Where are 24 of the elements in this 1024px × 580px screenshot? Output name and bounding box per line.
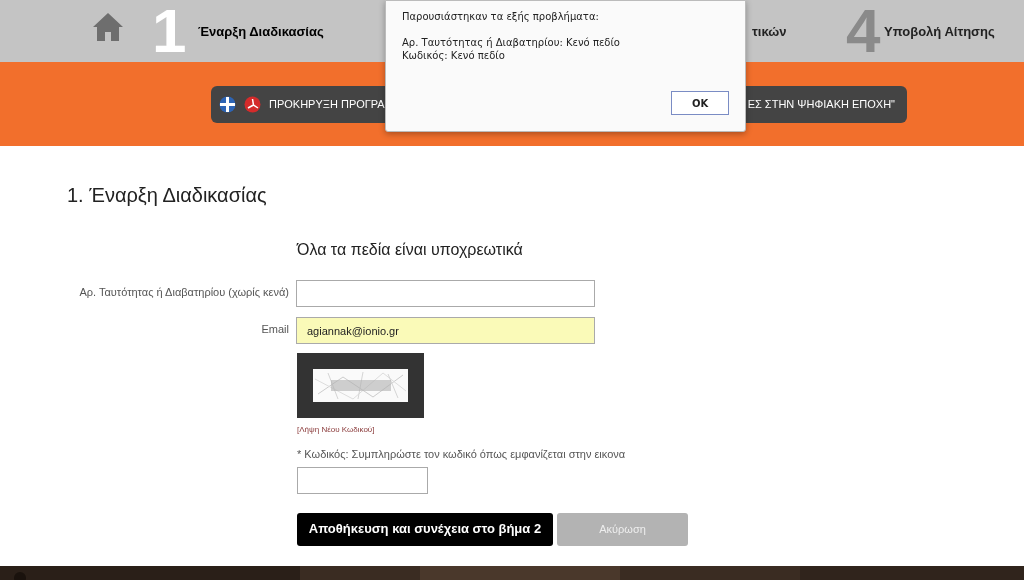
step-label[interactable]: τικών — [752, 22, 787, 42]
page-title: 1. Έναρξη Διαδικασίας — [67, 183, 268, 208]
greek-flag-icon — [219, 95, 236, 113]
input-field[interactable] — [297, 466, 428, 494]
error-message: Αρ. Ταυτότητας ή Διαβατηρίου: Κενό πεδίο — [402, 36, 621, 49]
error-message: Κωδικός: Κενό πεδίο — [402, 49, 506, 62]
pdf-icon — [244, 95, 261, 113]
step-number: 1 — [152, 0, 187, 62]
announcement-text: ΕΣ ΣΤΗΝ ΨΗΦΙΑΚΗ ΕΠΟΧΗ" — [747, 96, 895, 112]
home-icon[interactable] — [92, 12, 124, 42]
step-number: 4 — [846, 0, 881, 62]
input-field[interactable]: agiannak@ionio.gr — [296, 317, 595, 344]
new-code-link[interactable]: [Λήψη Νέου Κωδικού] — [297, 424, 1024, 436]
announcement-text: ΠΡΟΚΗΡΥΞΗ ΠΡΟΓΡΑ — [269, 96, 385, 112]
code-label: * Κωδικός: Συμπληρώστε τον κωδικό όπως εμφανίζεται στην εικονα — [297, 447, 627, 462]
save-button[interactable]: Αποθήκευση και συνέχεια στο βήμα 2 — [297, 512, 553, 546]
field-label: Email — [260, 322, 290, 337]
ok-button[interactable]: OK — [671, 91, 729, 115]
step-label[interactable]: Έναρξη Διαδικασίας — [198, 22, 324, 42]
form-subtitle: Όλα τα πεδία είναι υποχρεωτικά — [297, 240, 524, 260]
field-label: Αρ. Ταυτότητας ή Διαβατηρίου (χωρίς κενά) — [78, 285, 290, 300]
input-field[interactable] — [296, 280, 595, 307]
step-label[interactable]: Υποβολή Αίτησης — [884, 22, 995, 42]
dialog-message: Παρουσιάστηκαν τα εξής προβλήματα: — [402, 10, 600, 24]
